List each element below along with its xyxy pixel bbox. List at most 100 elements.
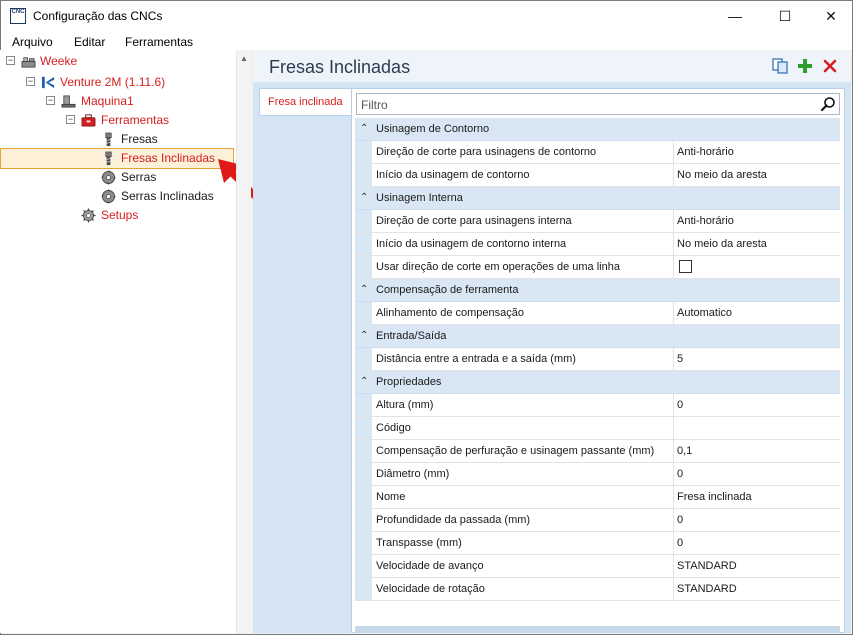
property-row[interactable]: Distância entre a entrada e a saída (mm)… [355,348,840,371]
row-gutter [355,463,372,485]
maximize-button[interactable]: ☐ [762,1,808,31]
property-row[interactable]: Nome Fresa inclinada [355,486,840,509]
close-button[interactable]: ✕ [808,1,853,31]
chevron-up-icon[interactable]: ⌃ [360,330,368,341]
menu-ferramentas[interactable]: Ferramentas [125,35,193,49]
collapse-toggle[interactable]: − [6,56,15,65]
column-divider [673,509,674,531]
property-checkbox[interactable] [679,260,692,273]
property-value[interactable]: Anti-horário [677,215,734,227]
chevron-up-icon[interactable]: ⌃ [360,376,368,387]
property-value[interactable]: 0,1 [677,445,692,457]
tree-node-label: Serras Inclinadas [121,189,214,203]
tree-node-ferramentas[interactable]: − Ferramentas [0,111,230,130]
scroll-up-icon[interactable]: ▲ [239,54,249,64]
property-value[interactable]: No meio da aresta [677,169,767,181]
tree-node-fresas-inclinadas[interactable]: Fresas Inclinadas [0,148,234,169]
property-row[interactable]: Usar direção de corte em operações de um… [355,256,840,279]
property-row[interactable]: Direção de corte para usinagens de conto… [355,141,840,164]
menu-bar: Arquivo Editar Ferramentas [1,31,852,51]
property-row[interactable]: Direção de corte para usinagens interna A… [355,210,840,233]
category-row[interactable]: ⌃ Propriedades [355,371,840,394]
column-divider [673,532,674,554]
collapse-toggle[interactable]: − [46,96,55,105]
column-divider [673,348,674,370]
property-value[interactable]: 0 [677,399,683,411]
tree-node-label: Maquina1 [81,94,134,108]
tree-node-venture-2m[interactable]: − Venture 2M (1.11.6) [0,73,230,92]
property-value[interactable]: 5 [677,353,683,365]
chevron-up-icon[interactable]: ⌃ [360,123,368,134]
property-row[interactable]: Início da usinagem de contorno interna No… [355,233,840,256]
property-name: Distância entre a entrada e a saída (mm) [376,353,576,365]
column-divider [673,394,674,416]
property-row[interactable]: Velocidade de rotação STANDARD [355,578,840,601]
tree-node-weeke[interactable]: − Weeke [0,52,230,71]
property-row[interactable]: Velocidade de avanço STANDARD [355,555,840,578]
column-divider [673,164,674,186]
property-value[interactable]: Fresa inclinada [677,491,752,503]
router-bit-icon [105,132,112,147]
property-value[interactable]: No meio da aresta [677,238,767,250]
row-gutter [355,486,372,508]
property-name: Usar direção de corte em operações de um… [376,261,620,273]
tree-node-maquina1[interactable]: − Maquina1 [0,92,230,111]
property-value[interactable]: 0 [677,514,683,526]
chevron-up-icon[interactable]: ⌃ [360,192,368,203]
chevron-up-icon[interactable]: ⌃ [360,284,368,295]
tree-node-fresas[interactable]: Fresas [0,130,230,149]
property-value[interactable]: STANDARD [677,560,737,572]
category-row[interactable]: ⌃ Entrada/Saída [355,325,840,348]
property-value[interactable]: Anti-horário [677,146,734,158]
search-icon[interactable] [820,96,836,112]
property-row[interactable]: Compensação de perfuração e usinagem pas… [355,440,840,463]
category-label: Propriedades [376,376,442,388]
row-gutter [355,394,372,416]
minimize-button[interactable]: — [712,1,758,31]
property-row[interactable]: Altura (mm) 0 [355,394,840,417]
property-value[interactable]: 0 [677,468,683,480]
property-name: Profundidade da passada (mm) [376,514,531,526]
row-gutter [355,555,372,577]
machine-icon [21,57,36,68]
property-row[interactable]: Início da usinagem de contorno No meio da… [355,164,840,187]
property-name: Início da usinagem de contorno [376,169,530,181]
row-gutter [355,256,372,278]
property-row[interactable]: Transpasse (mm) 0 [355,532,840,555]
cnc-model-icon [41,76,55,89]
property-name: Nome [376,491,406,503]
category-row[interactable]: ⌃ Compensação de ferramenta [355,279,840,302]
menu-editar[interactable]: Editar [74,35,105,49]
tree-node-setups[interactable]: Setups [0,206,230,225]
property-name: Diâmetro (mm) [376,468,450,480]
router-bit-icon [105,151,112,166]
category-row[interactable]: ⌃ Usinagem Interna [355,187,840,210]
copy-icon[interactable] [771,57,789,75]
collapse-toggle[interactable]: − [66,115,75,124]
property-row[interactable]: Diâmetro (mm) 0 [355,463,840,486]
tree-node-serras-inclinadas[interactable]: Serras Inclinadas [0,187,230,206]
property-row[interactable]: Alinhamento de compensação Automatico [355,302,840,325]
machine-unit-icon [61,95,76,108]
tree-scrollbar[interactable]: ▲ [236,50,251,633]
property-value[interactable]: STANDARD [677,583,737,595]
collapse-toggle[interactable]: − [26,77,35,86]
tab-fresa-inclinada[interactable]: Fresa inclinada [259,88,351,116]
add-icon[interactable] [796,57,814,75]
property-value[interactable]: Automatico [677,307,732,319]
tab-label: Fresa inclinada [268,96,343,108]
menu-arquivo[interactable]: Arquivo [12,35,53,49]
saw-blade-icon [101,189,116,204]
property-row[interactable]: Profundidade da passada (mm) 0 [355,509,840,532]
tree-node-serras[interactable]: Serras [0,168,230,187]
property-value[interactable]: 0 [677,537,683,549]
column-divider [673,210,674,232]
row-gutter [355,233,372,255]
property-name: Velocidade de rotação [376,583,485,595]
column-divider [673,256,674,278]
delete-icon[interactable] [821,57,839,75]
content-header: Fresas Inclinadas [253,50,851,82]
property-row[interactable]: Código [355,417,840,440]
filter-input[interactable] [361,97,801,112]
category-row[interactable]: ⌃ Usinagem de Contorno [355,118,840,141]
